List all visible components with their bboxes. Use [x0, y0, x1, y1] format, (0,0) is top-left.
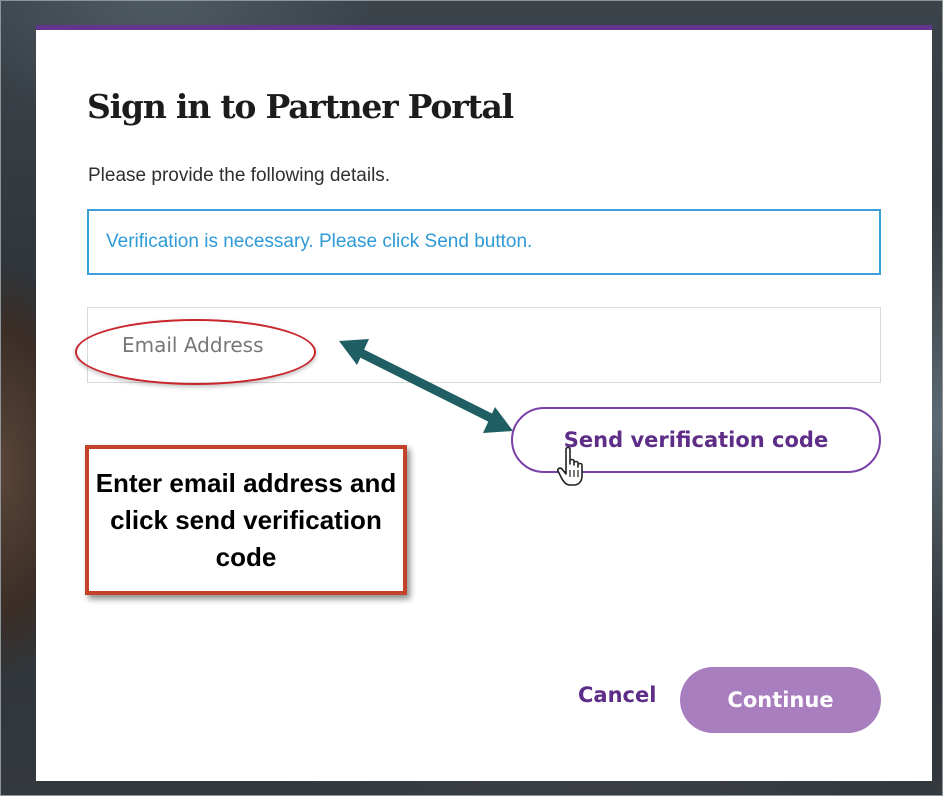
- continue-button[interactable]: Continue: [680, 667, 881, 733]
- sign-in-dialog: Sign in to Partner Portal Please provide…: [36, 25, 932, 781]
- send-verification-code-button[interactable]: Send verification code: [511, 407, 881, 473]
- intro-text: Please provide the following details.: [88, 165, 391, 186]
- email-field[interactable]: [87, 307, 881, 383]
- verification-info-message: Verification is necessary. Please click …: [87, 209, 881, 275]
- instruction-callout: Enter email address and click send verif…: [85, 445, 407, 595]
- page-title: Sign in to Partner Portal: [87, 87, 514, 126]
- cancel-button[interactable]: Cancel: [578, 683, 656, 707]
